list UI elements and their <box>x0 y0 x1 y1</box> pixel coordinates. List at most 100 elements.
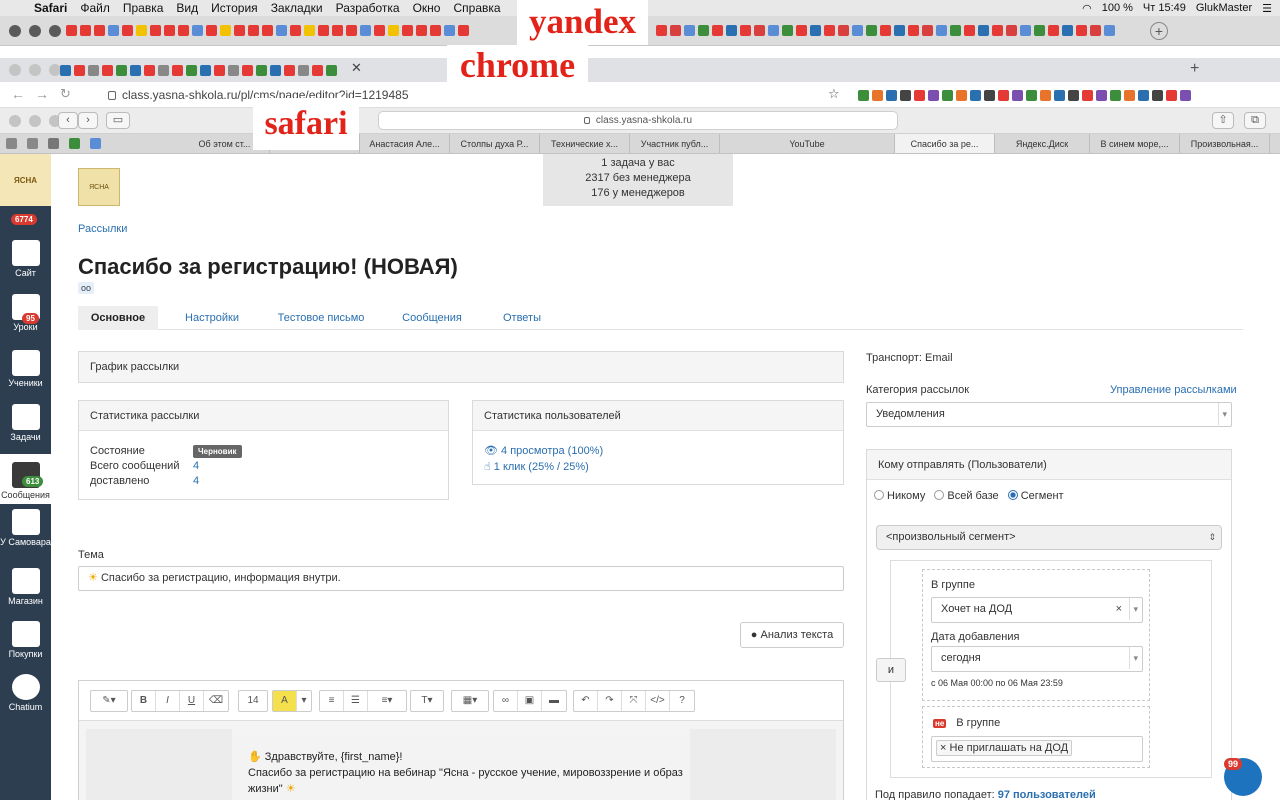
tab-favicon-icon[interactable] <box>136 25 147 36</box>
tab-favicon-icon[interactable] <box>430 25 441 36</box>
share-icon[interactable]: ⇧ <box>1212 112 1234 129</box>
battery-text[interactable]: 100 % <box>1102 2 1133 14</box>
tab-favicon-icon[interactable] <box>69 138 80 149</box>
chrome-minimize-icon[interactable] <box>29 64 41 76</box>
tab-favicon-icon[interactable] <box>740 25 751 36</box>
redo-icon[interactable]: ↷ <box>598 691 622 711</box>
sidebar-logo[interactable]: ЯСНА <box>0 154 51 206</box>
stats-line-no-manager[interactable]: 2317 без менеджера <box>543 171 733 186</box>
clear-x-icon[interactable]: × <box>1116 598 1122 620</box>
tab-settings[interactable]: Настройки <box>172 306 252 330</box>
sidebar-item-samovar[interactable]: У Самовара <box>0 509 51 547</box>
sidebar-toggle-icon[interactable]: ▭ <box>106 112 130 129</box>
text-style-icon[interactable]: T▾ <box>411 691 443 711</box>
tab-favicon-icon[interactable] <box>838 25 849 36</box>
tab-favicon-icon[interactable] <box>914 90 925 101</box>
tab-favicon-icon[interactable] <box>942 90 953 101</box>
zoom-window-icon[interactable] <box>49 25 61 37</box>
sidebar-item-purchases[interactable]: Покупки <box>0 621 51 659</box>
tab-favicon-icon[interactable] <box>880 25 891 36</box>
tab-favicon-icon[interactable] <box>318 25 329 36</box>
school-logo[interactable]: ЯСНА <box>78 168 120 206</box>
tab-favicon-icon[interactable] <box>894 25 905 36</box>
safari-tab-6[interactable]: Участник публ... <box>630 134 720 153</box>
tab-favicon-icon[interactable] <box>978 25 989 36</box>
sidebar-item-tasks[interactable]: Задачи <box>0 404 51 442</box>
tab-favicon-icon[interactable] <box>824 25 835 36</box>
tab-favicon-icon[interactable] <box>416 25 427 36</box>
back-arrow-icon[interactable]: ← <box>11 86 25 102</box>
bold-icon[interactable]: B <box>132 691 156 711</box>
tab-favicon-icon[interactable] <box>192 25 203 36</box>
date-select[interactable]: сегодня ▾ <box>931 646 1143 672</box>
user-name[interactable]: GlukMaster <box>1196 2 1252 14</box>
chrome-new-tab-icon[interactable]: + <box>1190 60 1199 78</box>
editor-content-area[interactable]: ✋ Здравствуйте, {first_name}! Спасибо за… <box>86 729 836 800</box>
group-tags-input[interactable]: × Не приглашать на ДОД <box>931 736 1143 762</box>
safari-tab-3[interactable]: Анастасия Але... <box>360 134 450 153</box>
tab-favicon-icon[interactable] <box>1076 25 1087 36</box>
help-icon[interactable]: ? <box>670 691 694 711</box>
chrome-tab-close-icon[interactable]: ✕ <box>351 60 362 76</box>
tab-favicon-icon[interactable] <box>1124 90 1135 101</box>
manage-mailings-link[interactable]: Управление рассылками <box>1110 384 1237 396</box>
menu-window[interactable]: Окно <box>409 1 450 15</box>
tab-favicon-icon[interactable] <box>304 25 315 36</box>
tab-favicon-icon[interactable] <box>1096 90 1107 101</box>
tab-favicon-icon[interactable] <box>922 25 933 36</box>
tab-favicon-icon[interactable] <box>992 25 1003 36</box>
tab-favicon-icon[interactable] <box>1152 90 1163 101</box>
control-center-icon[interactable]: ☰ <box>1262 2 1272 15</box>
tag-remove-icon[interactable]: × <box>940 742 946 754</box>
minimize-window-icon[interactable] <box>29 25 41 37</box>
rule-users-link[interactable]: 97 пользователей <box>998 789 1096 800</box>
tab-favicon-icon[interactable] <box>102 65 113 76</box>
total-value-link[interactable]: 4 <box>193 460 199 472</box>
schedule-panel[interactable]: График рассылки <box>78 351 844 383</box>
tab-favicon-icon[interactable] <box>712 25 723 36</box>
tab-favicon-icon[interactable] <box>1054 90 1065 101</box>
safari-tab-youtube[interactable]: YouTube <box>720 134 895 153</box>
tab-favicon-icon[interactable] <box>936 25 947 36</box>
radio-none[interactable]: Никому <box>874 490 925 502</box>
tab-favicon-icon[interactable] <box>858 90 869 101</box>
tab-favicon-icon[interactable] <box>1138 90 1149 101</box>
breadcrumb-mailings[interactable]: Рассылки <box>78 223 127 235</box>
tab-favicon-icon[interactable] <box>1068 90 1079 101</box>
font-size-select[interactable]: 14 <box>239 691 267 711</box>
tab-favicon-icon[interactable] <box>1026 90 1037 101</box>
tab-favicon-icon[interactable] <box>248 25 259 36</box>
safari-tab-blue-sea[interactable]: В синем море,... <box>1090 134 1180 153</box>
wifi-icon[interactable]: ◠ <box>1082 2 1092 15</box>
sidebar-item-students[interactable]: Ученики <box>0 350 51 388</box>
close-window-icon[interactable] <box>9 25 21 37</box>
tab-favicon-icon[interactable] <box>122 25 133 36</box>
radio-segment[interactable]: Сегмент <box>1007 490 1064 502</box>
tab-favicon-icon[interactable] <box>1104 25 1115 36</box>
tab-messages[interactable]: Сообщения <box>392 306 472 330</box>
tab-favicon-icon[interactable] <box>1006 25 1017 36</box>
tab-favicon-icon[interactable] <box>1110 90 1121 101</box>
tab-favicon-icon[interactable] <box>1082 90 1093 101</box>
tab-favicon-icon[interactable] <box>332 25 343 36</box>
tab-favicon-icon[interactable] <box>866 25 877 36</box>
tab-favicon-icon[interactable] <box>928 90 939 101</box>
tab-favicon-icon[interactable] <box>186 65 197 76</box>
sidebar-item-messages[interactable]: Сообщения 613 <box>0 454 51 504</box>
forward-arrow-icon[interactable]: → <box>35 86 49 102</box>
tab-favicon-icon[interactable] <box>90 138 101 149</box>
tab-favicon-icon[interactable] <box>80 25 91 36</box>
tab-favicon-icon[interactable] <box>908 25 919 36</box>
eraser-icon[interactable]: ⌫ <box>204 691 228 711</box>
new-tab-plus-icon[interactable]: + <box>1150 22 1168 40</box>
tab-favicon-icon[interactable] <box>458 25 469 36</box>
tab-favicon-icon[interactable] <box>164 25 175 36</box>
tab-favicon-icon[interactable] <box>150 25 161 36</box>
tab-favicon-icon[interactable] <box>388 25 399 36</box>
category-select[interactable]: Уведомления ▾ <box>866 402 1232 427</box>
tab-favicon-icon[interactable] <box>206 25 217 36</box>
tab-favicon-icon[interactable] <box>220 25 231 36</box>
radio-all[interactable]: Всей базе <box>934 490 999 502</box>
tab-favicon-icon[interactable] <box>214 65 225 76</box>
safari-tab-active[interactable]: Спасибо за ре... <box>895 134 995 153</box>
